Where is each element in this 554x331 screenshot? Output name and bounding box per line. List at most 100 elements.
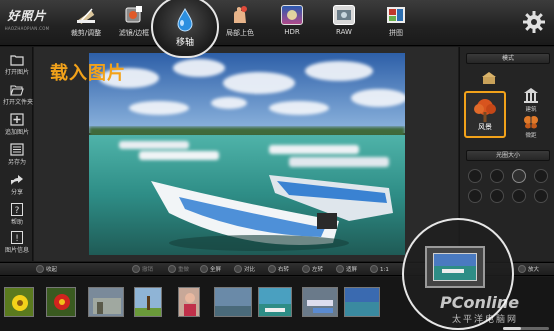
actual-size-button[interactable]: 1:1: [370, 264, 389, 275]
filmstrip-thumb-seaside[interactable]: [214, 287, 252, 317]
sidebar-item-open-image[interactable]: 打开图片: [3, 51, 31, 81]
app-logo: 好照片 HAOZHAOPIAN.COM: [4, 7, 50, 39]
navigator-frame[interactable]: [425, 246, 485, 288]
mode-label: 微距: [525, 133, 537, 139]
rotate-right-button[interactable]: 右转: [268, 264, 290, 275]
undo-icon: [132, 264, 140, 273]
sidebar-item-label: 帮助: [10, 219, 23, 226]
help-icon: ?: [10, 203, 24, 216]
sidebar-item-label: 追加图片: [4, 129, 29, 136]
sidebar-item-label: 打开文件夹: [3, 99, 34, 106]
undo-button[interactable]: 撤销: [132, 264, 154, 275]
collapse-label: 收起: [46, 267, 58, 273]
folder-icon: [10, 53, 24, 66]
sidebar-item-label: 另存为: [7, 159, 26, 166]
filmstrip-thumb-ruins[interactable]: [88, 287, 124, 317]
zoom-in-button[interactable]: 放大: [518, 264, 539, 275]
filmstrip-thumb-portrait[interactable]: [178, 287, 200, 317]
tree-icon: [474, 99, 496, 122]
home-icon: [482, 72, 496, 84]
tool-tilt-shift[interactable]: 移轴: [151, 0, 219, 58]
watermark: PConline 太平洋电脑网: [440, 293, 519, 325]
raw-icon: [333, 5, 355, 25]
ratio-icon: [370, 264, 378, 273]
crop-ruler-icon: [75, 5, 97, 25]
tool-crop-adjust[interactable]: 裁剪/调整: [64, 3, 108, 43]
tool-label: 滤镜/边框: [118, 29, 150, 37]
filmstrip-thumb-tree[interactable]: [134, 287, 162, 317]
tool-filter-frame[interactable]: 滤镜/边框: [112, 3, 156, 43]
fit-icon: [336, 264, 344, 273]
zoom-in-icon: [518, 264, 526, 273]
redo-button[interactable]: 重做: [168, 264, 190, 275]
aperture-option[interactable]: [490, 189, 504, 203]
collage-icon: [385, 5, 407, 25]
filmstrip-thumb-boats[interactable]: [302, 287, 338, 317]
aperture-option[interactable]: [512, 189, 526, 203]
tool-label: 移轴: [175, 38, 194, 48]
share-icon: [10, 173, 24, 186]
rotate-left-button[interactable]: 左转: [302, 264, 323, 275]
svg-text:?: ?: [15, 206, 20, 216]
aperture-option[interactable]: [534, 189, 548, 203]
aperture-option[interactable]: [490, 169, 504, 183]
sidebar-item-save-as[interactable]: 另存为: [3, 141, 31, 171]
ratio-label: 1:1: [380, 267, 389, 273]
tool-collage[interactable]: 拼图: [374, 3, 418, 43]
mode-label: 建筑: [525, 107, 537, 113]
filter-frame-icon: [123, 5, 145, 25]
sidebar-item-help[interactable]: ? 帮助: [3, 201, 31, 231]
aperture-option[interactable]: [468, 189, 482, 203]
tool-label: 局部上色: [226, 29, 254, 37]
fullscreen-label: 全屏: [210, 267, 222, 273]
aperture-option[interactable]: [534, 169, 548, 183]
fit-screen-button[interactable]: 适屏: [336, 264, 358, 275]
collapse-button[interactable]: 收起: [36, 264, 58, 275]
chevron-down-icon: [36, 264, 44, 273]
tool-raw[interactable]: RAW: [322, 3, 366, 43]
top-toolbar: 好照片 HAOZHAOPIAN.COM 裁剪/调整 滤镜/边框 移轴 局部上色 …: [0, 0, 554, 58]
filmstrip-progress: [503, 327, 549, 330]
undo-label: 撤销: [142, 267, 154, 273]
tool-label: HDR: [284, 28, 300, 36]
mode-home-icon-wrap[interactable]: [478, 71, 500, 87]
water-drop-icon: [174, 7, 196, 32]
redo-label: 重做: [178, 267, 190, 273]
sidebar-item-open-folder[interactable]: 打开文件夹: [3, 81, 34, 111]
fullscreen-button[interactable]: 全屏: [200, 264, 222, 275]
aperture-option[interactable]: [468, 169, 482, 183]
compare-label: 对比: [244, 267, 256, 273]
fit-label: 适屏: [346, 267, 358, 273]
compare-icon: [234, 264, 242, 273]
logo-text: 好照片: [7, 9, 47, 23]
photo-canvas[interactable]: [89, 53, 405, 255]
rotate-right-label: 右转: [278, 267, 290, 273]
hdr-icon: [281, 5, 303, 25]
mode-section-title: 模式: [466, 53, 550, 64]
left-sidebar: 打开图片 打开文件夹 追加图片 另存为 分享 ? 帮助 ! 图片信息: [0, 47, 33, 261]
compare-button[interactable]: 对比: [234, 264, 256, 275]
watermark-text: 太平洋电脑网: [452, 315, 519, 325]
navigator-viewport[interactable]: [433, 253, 477, 281]
filmstrip-thumb-coast[interactable]: [344, 287, 380, 317]
aperture-option[interactable]: [512, 169, 526, 183]
sidebar-item-add-image[interactable]: 追加图片: [3, 111, 31, 141]
mode-label: 风景: [478, 123, 492, 131]
mode-building-button[interactable]: 建筑: [520, 87, 542, 113]
filmstrip-thumb-flower-yellow[interactable]: [4, 287, 34, 317]
redo-icon: [168, 264, 176, 273]
filmstrip-thumb-beach[interactable]: [258, 287, 292, 317]
tool-partial-color[interactable]: 局部上色: [218, 3, 262, 43]
filmstrip-thumb-flower-red[interactable]: [46, 287, 76, 317]
mode-macro-button[interactable]: 微距: [520, 115, 542, 139]
butterfly-icon: [524, 116, 538, 129]
gear-icon[interactable]: [522, 10, 546, 34]
tool-label: 拼图: [389, 29, 403, 37]
sidebar-item-image-info[interactable]: ! 图片信息: [3, 229, 31, 259]
building-icon: [524, 88, 538, 103]
mode-landscape-button[interactable]: 风景: [464, 91, 506, 138]
tool-hdr[interactable]: HDR: [270, 3, 314, 43]
sidebar-item-label: 打开图片: [4, 69, 29, 76]
rotate-left-icon: [302, 264, 310, 273]
sidebar-item-share[interactable]: 分享: [3, 171, 31, 201]
